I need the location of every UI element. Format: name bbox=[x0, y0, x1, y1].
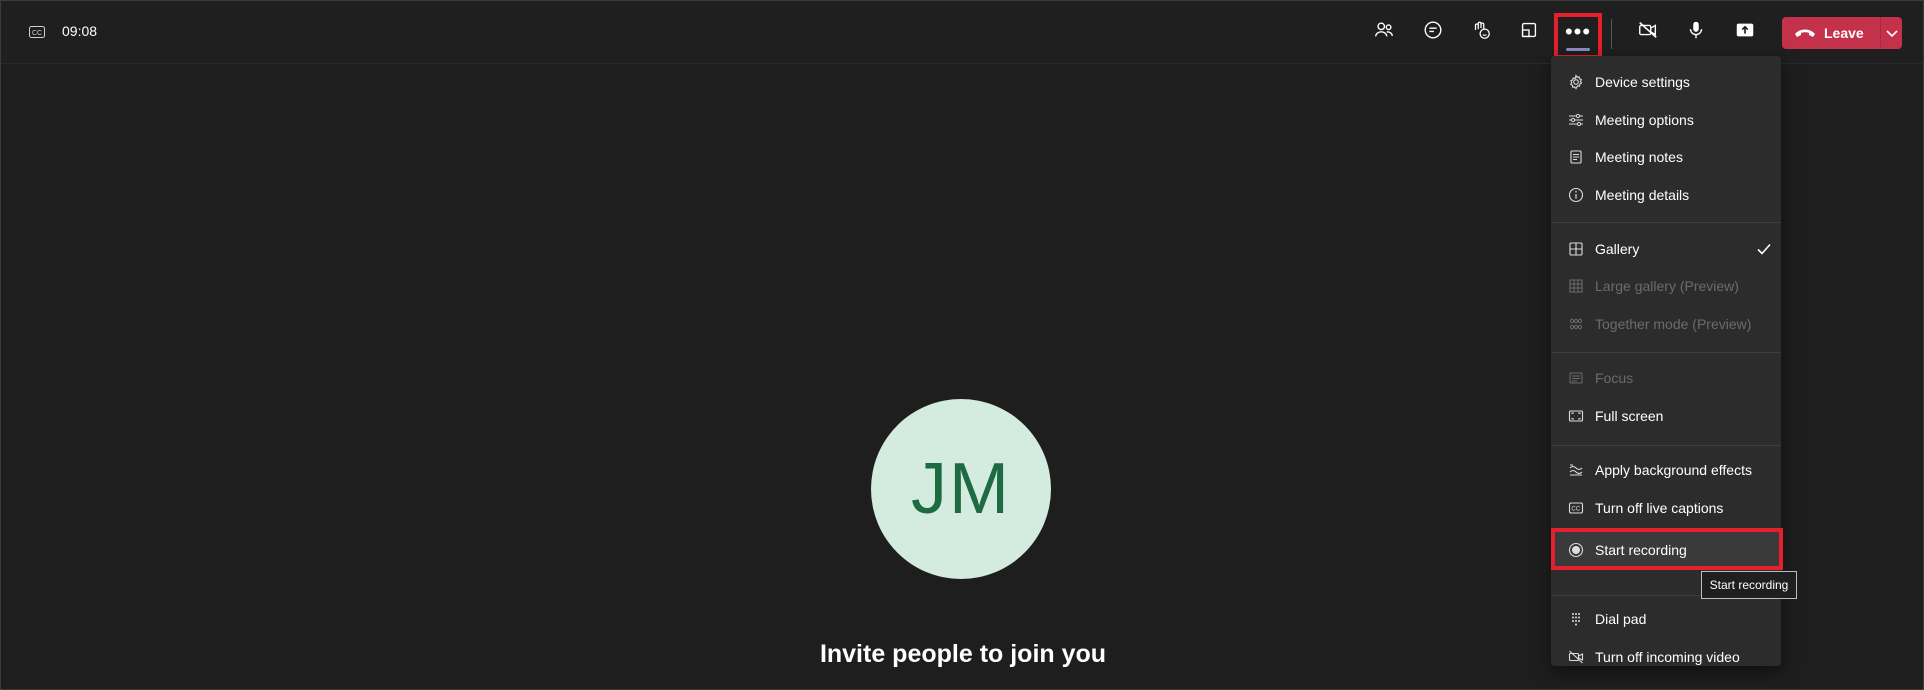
menu-item-large-gallery[interactable]: Large gallery (Preview) bbox=[1551, 268, 1781, 304]
dialpad-icon bbox=[1567, 610, 1585, 628]
reactions-button[interactable] bbox=[1464, 15, 1498, 49]
gear-icon bbox=[1567, 73, 1585, 91]
menu-item-device-settings[interactable]: Device settings bbox=[1551, 64, 1781, 100]
microphone-icon bbox=[1685, 19, 1707, 46]
menu-item-label: Turn off incoming video bbox=[1595, 649, 1740, 665]
phone-hangup-icon bbox=[1795, 29, 1815, 37]
menu-item-label: Meeting options bbox=[1595, 112, 1694, 128]
menu-item-dial-pad[interactable]: Dial pad bbox=[1551, 601, 1781, 637]
menu-separator bbox=[1551, 352, 1781, 353]
more-icon: ••• bbox=[1564, 19, 1592, 44]
focus-icon bbox=[1567, 369, 1585, 387]
tooltip: Start recording bbox=[1701, 571, 1797, 599]
record-icon bbox=[1567, 541, 1585, 559]
closed-captions-icon[interactable]: CC bbox=[29, 25, 45, 38]
video-off-icon bbox=[1567, 648, 1585, 666]
active-indicator bbox=[1566, 48, 1590, 51]
menu-item-label: Large gallery (Preview) bbox=[1595, 278, 1739, 294]
menu-item-together-mode[interactable]: Together mode (Preview) bbox=[1551, 306, 1781, 342]
menu-item-label: Dial pad bbox=[1595, 611, 1647, 627]
sliders-icon bbox=[1567, 111, 1585, 129]
fullscreen-icon bbox=[1567, 407, 1585, 425]
menu-item-label: Apply background effects bbox=[1595, 462, 1752, 478]
leave-options-button[interactable] bbox=[1881, 17, 1902, 49]
meeting-timer: 09:08 bbox=[62, 23, 98, 39]
camera-button[interactable] bbox=[1631, 15, 1665, 49]
menu-item-focus[interactable]: Focus bbox=[1551, 360, 1781, 396]
reactions-icon bbox=[1470, 19, 1492, 46]
captions-icon: CC bbox=[1567, 499, 1585, 517]
menu-item-label: Start recording bbox=[1595, 542, 1687, 558]
menu-item-meeting-details[interactable]: Meeting details bbox=[1551, 177, 1781, 213]
menu-separator bbox=[1551, 445, 1781, 446]
share-tray-button[interactable] bbox=[1512, 15, 1546, 49]
menu-separator bbox=[1551, 222, 1781, 223]
menu-item-label: Focus bbox=[1595, 370, 1634, 386]
start-recording-row: Start recording bbox=[1551, 535, 1781, 565]
menu-item-background-effects[interactable]: Apply background effects bbox=[1551, 452, 1781, 488]
camera-off-icon bbox=[1637, 19, 1659, 46]
share-tray-icon bbox=[1518, 19, 1540, 46]
large-grid-icon bbox=[1567, 277, 1585, 295]
microphone-button[interactable] bbox=[1679, 15, 1713, 49]
menu-item-label: Full screen bbox=[1595, 408, 1664, 424]
menu-item-meeting-notes[interactable]: Meeting notes bbox=[1551, 139, 1781, 175]
people-icon bbox=[1373, 19, 1395, 46]
menu-item-start-recording[interactable]: Start recording bbox=[1551, 528, 1783, 570]
menu-item-label: Turn off live captions bbox=[1595, 500, 1724, 516]
share-icon bbox=[1734, 19, 1756, 46]
meeting-toolbar: CC 09:08 ••• Leave bbox=[1, 1, 1923, 64]
info-icon bbox=[1567, 186, 1585, 204]
notes-icon bbox=[1567, 148, 1585, 166]
menu-item-label: Meeting notes bbox=[1595, 149, 1683, 165]
menu-item-full-screen[interactable]: Full screen bbox=[1551, 398, 1781, 434]
svg-text:CC: CC bbox=[32, 30, 42, 37]
chevron-down-icon bbox=[1885, 30, 1898, 38]
leave-button-group: Leave bbox=[1782, 17, 1902, 49]
svg-text:CC: CC bbox=[1571, 507, 1580, 513]
menu-item-label: Device settings bbox=[1595, 74, 1690, 90]
share-content-button[interactable] bbox=[1728, 15, 1762, 49]
toolbar-divider bbox=[1611, 19, 1612, 49]
more-actions-button[interactable]: ••• bbox=[1554, 13, 1602, 59]
chat-button[interactable] bbox=[1416, 15, 1450, 49]
leave-label: Leave bbox=[1824, 25, 1864, 41]
leave-button[interactable]: Leave bbox=[1782, 17, 1880, 49]
menu-item-incoming-video[interactable]: Turn off incoming video bbox=[1551, 639, 1781, 675]
menu-item-label: Gallery bbox=[1595, 241, 1640, 257]
background-icon bbox=[1567, 461, 1585, 479]
checkmark-icon bbox=[1755, 240, 1773, 258]
participant-avatar: JM bbox=[871, 399, 1051, 579]
menu-item-label: Meeting details bbox=[1595, 187, 1690, 203]
together-icon bbox=[1567, 315, 1585, 333]
grid-icon bbox=[1567, 240, 1585, 258]
menu-item-gallery[interactable]: Gallery bbox=[1551, 231, 1781, 267]
menu-item-label: Together mode (Preview) bbox=[1595, 316, 1752, 332]
menu-item-meeting-options[interactable]: Meeting options bbox=[1551, 102, 1781, 138]
people-button[interactable] bbox=[1367, 15, 1401, 49]
menu-item-live-captions[interactable]: CC Turn off live captions bbox=[1551, 490, 1781, 526]
chat-icon bbox=[1422, 19, 1444, 46]
